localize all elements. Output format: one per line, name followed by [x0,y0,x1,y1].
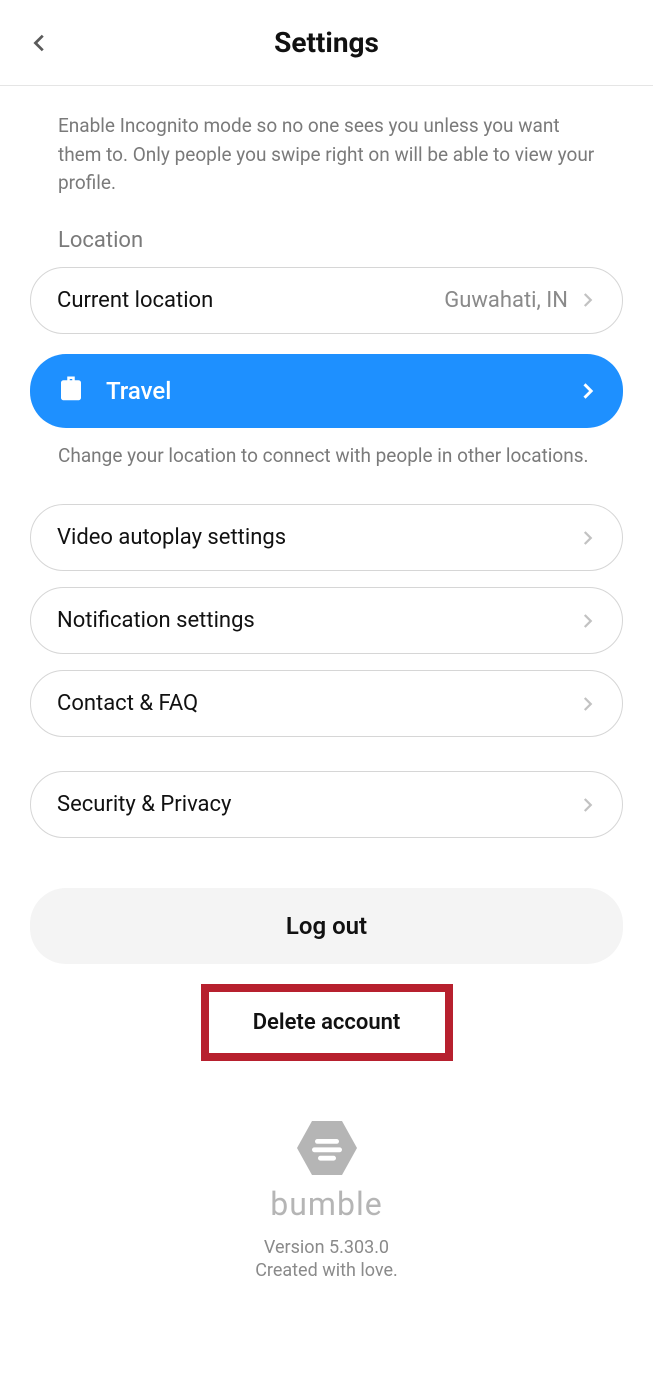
logout-button[interactable]: Log out [30,888,623,964]
chevron-left-icon [29,32,51,54]
security-privacy-row[interactable]: Security & Privacy [30,771,623,838]
back-button[interactable] [20,23,60,63]
chevron-right-icon [578,612,596,630]
chevron-right-icon [578,695,596,713]
current-location-row[interactable]: Current location Guwahati, IN [30,267,623,334]
travel-label: Travel [106,377,171,405]
content: Enable Incognito mode so no one sees you… [0,86,653,1291]
delete-account-button[interactable]: Delete account [201,984,453,1061]
security-privacy-label: Security & Privacy [57,792,231,817]
location-section-label: Location [58,228,595,253]
chevron-right-icon [578,291,596,309]
current-location-value: Guwahati, IN [444,288,568,313]
tagline-text: Created with love. [30,1260,623,1281]
contact-faq-label: Contact & FAQ [57,691,198,716]
notification-settings-row[interactable]: Notification settings [30,587,623,654]
footer: bumble Version 5.303.0 Created with love… [30,1121,623,1281]
luggage-icon [56,374,86,408]
travel-description: Change your location to connect with peo… [58,442,595,471]
chevron-right-icon [578,796,596,814]
video-autoplay-label: Video autoplay settings [57,525,286,550]
brand-logo-icon [297,1121,357,1179]
incognito-description: Enable Incognito mode so no one sees you… [58,112,595,198]
delete-account-label: Delete account [253,1010,401,1035]
contact-faq-row[interactable]: Contact & FAQ [30,670,623,737]
chevron-right-icon [577,381,597,401]
travel-row[interactable]: Travel [30,354,623,428]
header-bar: Settings [0,0,653,86]
current-location-label: Current location [57,288,213,313]
chevron-right-icon [578,529,596,547]
notification-settings-label: Notification settings [57,608,255,633]
page-title: Settings [274,26,379,59]
video-autoplay-row[interactable]: Video autoplay settings [30,504,623,571]
brand-name: bumble [30,1185,623,1223]
version-text: Version 5.303.0 [30,1237,623,1258]
